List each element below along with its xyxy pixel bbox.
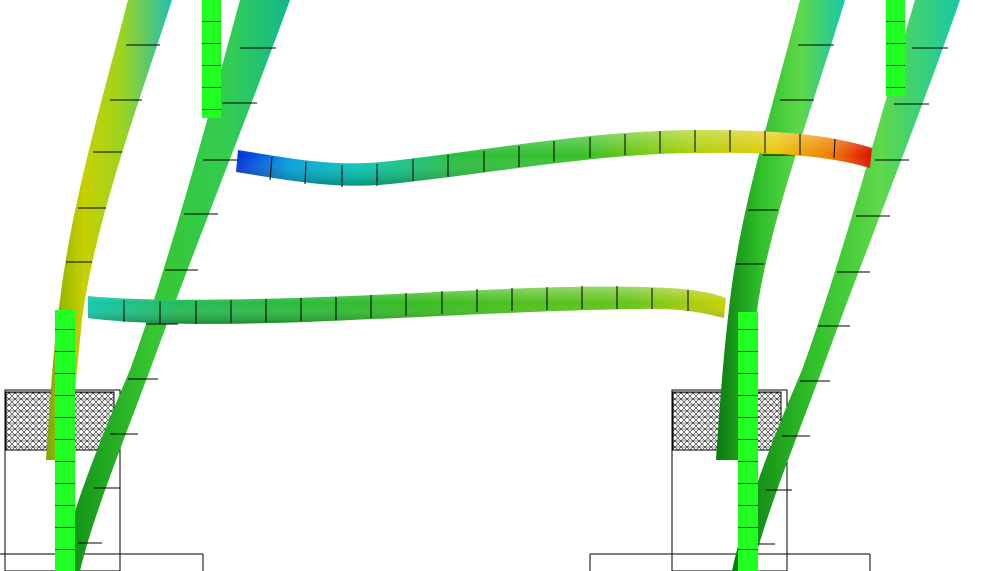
- fem-scene: [0, 0, 960, 571]
- right-pier-right-pile: [732, 0, 960, 571]
- left-pier-right-pile: [58, 0, 290, 571]
- strip-right-pier: [738, 312, 758, 571]
- lower-cross-beam: [88, 286, 726, 324]
- right-pier-left-pile: [716, 0, 845, 460]
- strip-top-left: [202, 0, 221, 118]
- strip-left-pier: [55, 310, 75, 571]
- strip-top-right: [886, 0, 905, 96]
